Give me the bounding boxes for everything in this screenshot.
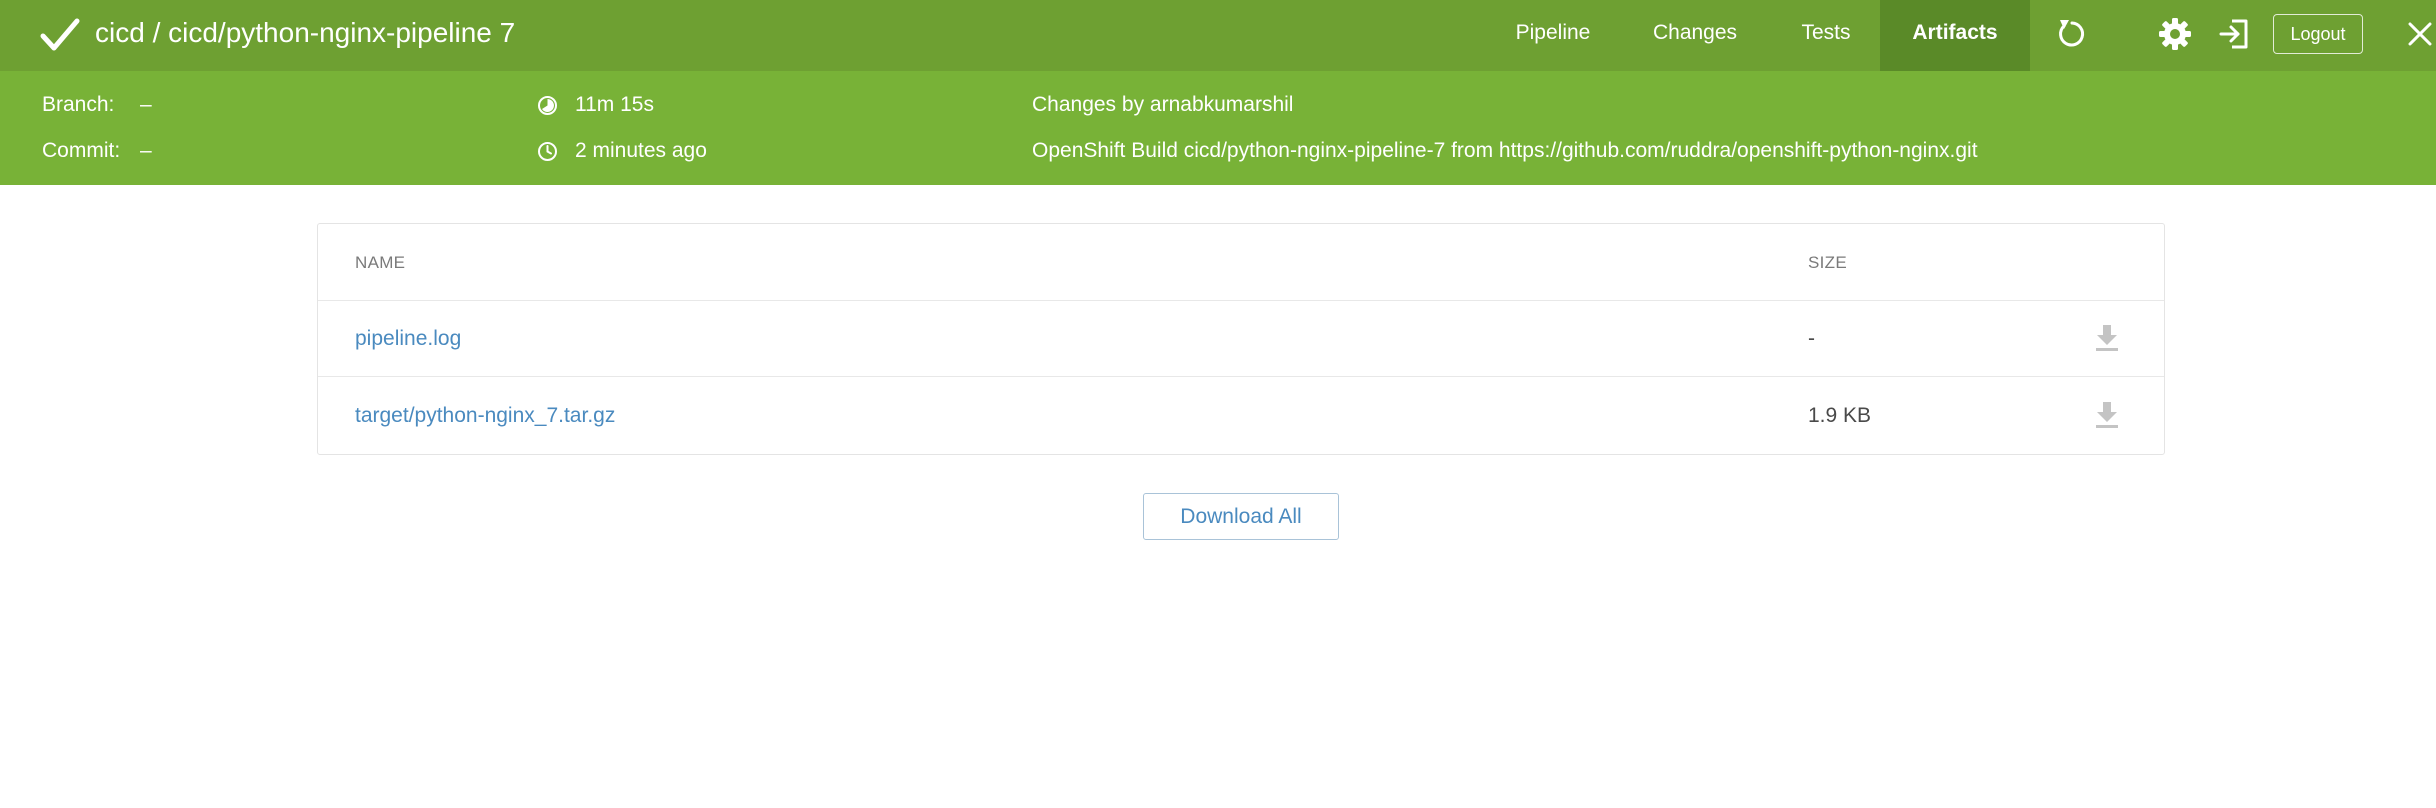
tab-artifacts[interactable]: Artifacts (1880, 0, 2030, 71)
column-header-size: SIZE (1808, 253, 1847, 272)
replay-icon[interactable] (2056, 17, 2088, 51)
logout-button[interactable]: Logout (2273, 14, 2363, 54)
page-title: cicd / cicd/python-nginx-pipeline 7 (95, 17, 516, 48)
run-details-bar: Branch: – 11m 15s Changes by arnabkumars… (0, 71, 2436, 185)
tab-pipeline[interactable]: Pipeline (1492, 0, 1614, 71)
artifact-size: - (1808, 327, 1815, 350)
build-cause-text: OpenShift Build cicd/python-nginx-pipeli… (1032, 139, 1978, 162)
info-row-branch: Branch: – 11m 15s Changes by arnabkumars… (0, 85, 2436, 125)
tab-tests[interactable]: Tests (1776, 0, 1876, 71)
info-row-commit: Commit: – 2 minutes ago OpenShift Build … (0, 131, 2436, 171)
column-header-name: NAME (355, 253, 406, 272)
duration-value: 11m 15s (575, 93, 654, 116)
commit-label: Commit: (42, 139, 121, 162)
table-row: target/python-nginx_7.tar.gz 1.9 KB (318, 378, 2164, 454)
changes-text: Changes by arnabkumarshil (1032, 93, 1294, 116)
clock-icon (538, 142, 557, 161)
download-icon[interactable] (2094, 323, 2120, 353)
gear-icon[interactable] (2158, 17, 2192, 51)
artifact-link[interactable]: target/python-nginx_7.tar.gz (355, 378, 615, 454)
checkmark-icon (40, 18, 80, 51)
top-bar: cicd / cicd/python-nginx-pipeline 7 Pipe… (0, 0, 2436, 71)
close-icon[interactable] (2407, 21, 2433, 47)
table-header: NAME SIZE (318, 224, 2164, 301)
commit-value: – (140, 139, 152, 162)
artifacts-table: NAME SIZE pipeline.log - target/python-n… (317, 223, 2165, 455)
branch-label: Branch: (42, 93, 115, 116)
artifact-link[interactable]: pipeline.log (355, 301, 461, 377)
tab-changes[interactable]: Changes (1630, 0, 1760, 71)
sign-out-icon[interactable] (2218, 18, 2250, 50)
download-icon[interactable] (2094, 400, 2120, 430)
duration-icon (538, 96, 557, 115)
download-all-button[interactable]: Download All (1143, 493, 1339, 540)
artifact-size: 1.9 KB (1808, 404, 1872, 427)
branch-value: – (140, 93, 152, 116)
time-ago: 2 minutes ago (575, 139, 707, 162)
table-row: pipeline.log - (318, 301, 2164, 377)
